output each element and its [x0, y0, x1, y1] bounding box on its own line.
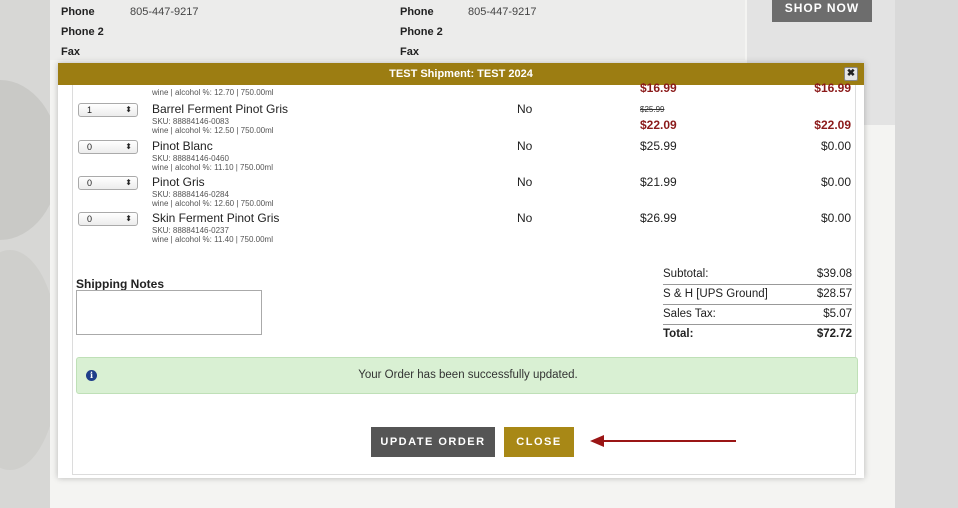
product-price: $16.99 [640, 81, 677, 95]
taxable-value: No [517, 139, 533, 153]
order-modal: TEST Shipment: TEST 2024 ✖ wine | alcoho… [58, 63, 864, 478]
bg-phone2-label-2: Phone 2 [400, 26, 443, 38]
product-sku: SKU: 88884146-0237 [152, 226, 229, 235]
product-sku: SKU: 88884146-0460 [152, 154, 229, 163]
sales-tax-value: $5.07 [823, 308, 852, 320]
modal-header: TEST Shipment: TEST 2024 ✖ [58, 63, 864, 85]
annotation-arrow [603, 440, 736, 442]
quantity-select[interactable]: 0 ⬍ [78, 176, 138, 190]
taxable-value: No [517, 102, 533, 116]
sales-tax-row: Sales Tax: $5.07 [663, 305, 852, 325]
decorative-shape [0, 80, 50, 240]
original-price: $25.99 [640, 105, 665, 114]
product-info: wine | alcohol %: 11.40 | 750.00ml [152, 235, 273, 244]
total-label: Total: [663, 328, 694, 340]
product-name: Pinot Blanc [152, 139, 213, 153]
bg-phone-label: Phone [61, 6, 95, 18]
product-info: wine | alcohol %: 11.10 | 750.00ml [152, 163, 273, 172]
line-total: $16.99 [814, 81, 851, 95]
line-total: $0.00 [820, 175, 851, 189]
shipping-row: S & H [UPS Ground] $28.57 [663, 285, 852, 305]
success-alert: i Your Order has been successfully updat… [76, 357, 858, 394]
close-button[interactable]: CLOSE [504, 427, 574, 457]
quantity-select[interactable]: 0 ⬍ [78, 212, 138, 226]
decorative-shape [0, 250, 50, 470]
shipping-value: $28.57 [816, 288, 852, 300]
product-price: $21.99 [640, 175, 677, 189]
product-name: Pinot Gris [152, 175, 205, 189]
modal-title: TEST Shipment: TEST 2024 [389, 68, 533, 80]
alert-message: Your Order has been successfully updated… [358, 369, 578, 381]
total-row: Total: $72.72 [663, 325, 852, 345]
update-order-button[interactable]: UPDATE ORDER [371, 427, 495, 457]
shop-now-button[interactable]: SHOP NOW [772, 0, 872, 22]
select-arrow-icon: ⬍ [125, 142, 132, 151]
background-right-panel [895, 0, 958, 508]
bg-phone2-label: Phone 2 [61, 26, 104, 38]
product-name: Skin Ferment Pinot Gris [152, 211, 280, 225]
subtotal-row: Subtotal: $39.08 [663, 265, 852, 285]
bg-phone-value-2: 805-447-9217 [468, 6, 537, 18]
bg-fax-label: Fax [61, 46, 80, 58]
quantity-select[interactable]: 1 ⬍ [78, 103, 138, 117]
taxable-value: No [517, 211, 533, 225]
sales-tax-label: Sales Tax: [663, 308, 716, 320]
product-name: Barrel Ferment Pinot Gris [152, 102, 289, 116]
product-sku: SKU: 88884146-0284 [152, 190, 229, 199]
product-sku: SKU: 88884146-0083 [152, 117, 229, 126]
order-content: wine | alcohol %: 12.70 | 750.00ml $16.9… [72, 81, 858, 475]
bg-phone-value: 805-447-9217 [130, 6, 199, 18]
quantity-select[interactable]: 0 ⬍ [78, 140, 138, 154]
total-value: $72.72 [816, 328, 852, 340]
line-total: $22.09 [814, 118, 851, 132]
background-left-panel [0, 0, 50, 508]
bg-phone-label-2: Phone [400, 6, 434, 18]
product-price: $22.09 [640, 118, 677, 132]
product-price: $26.99 [640, 211, 677, 225]
subtotal-label: Subtotal: [663, 268, 709, 280]
line-total: $0.00 [820, 139, 851, 153]
product-price: $25.99 [640, 139, 677, 153]
arrow-head-icon [590, 435, 604, 447]
select-arrow-icon: ⬍ [125, 178, 132, 187]
bg-fax-label-2: Fax [400, 46, 419, 58]
product-info: wine | alcohol %: 12.50 | 750.00ml [152, 126, 274, 135]
shipping-notes-label: Shipping Notes [76, 277, 164, 291]
close-icon[interactable]: ✖ [844, 67, 858, 81]
select-arrow-icon: ⬍ [125, 105, 132, 114]
line-total: $0.00 [820, 211, 851, 225]
shipping-label: S & H [UPS Ground] [663, 288, 768, 300]
product-info: wine | alcohol %: 12.60 | 750.00ml [152, 199, 274, 208]
shipping-notes-input[interactable] [76, 290, 262, 335]
subtotal-value: $39.08 [816, 268, 852, 280]
select-arrow-icon: ⬍ [125, 214, 132, 223]
product-info: wine | alcohol %: 12.70 | 750.00ml [152, 88, 274, 97]
taxable-value: No [517, 175, 533, 189]
